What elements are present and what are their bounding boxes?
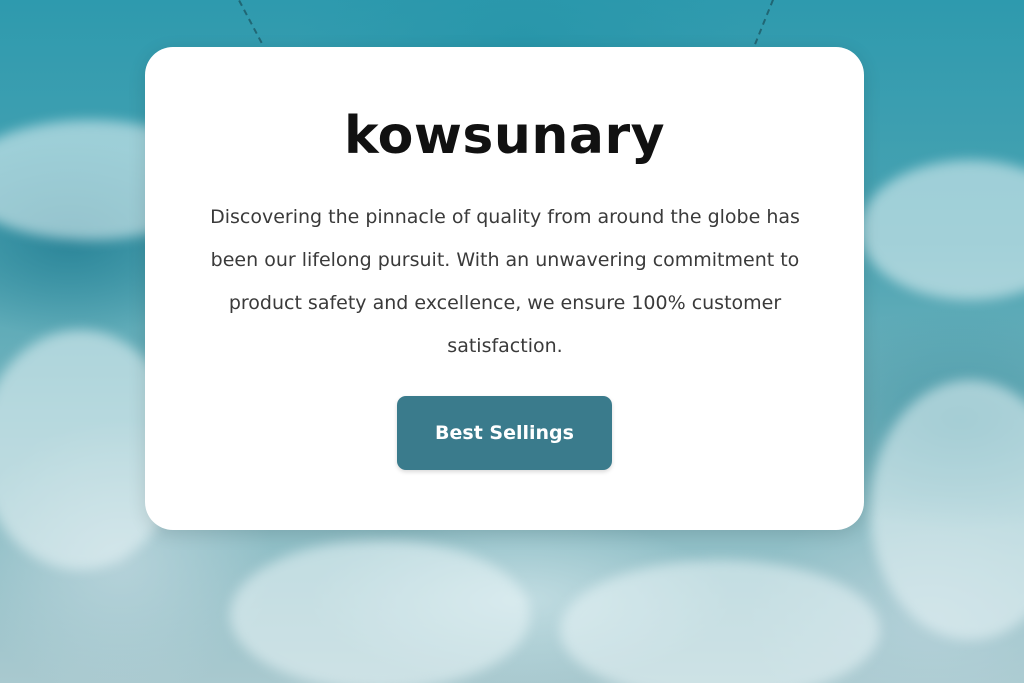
brand-title: kowsunary: [343, 106, 666, 166]
foam-patch: [560, 560, 880, 683]
brand-description: Discovering the pinnacle of quality from…: [210, 206, 800, 357]
best-sellings-button[interactable]: Best Sellings: [397, 396, 612, 470]
decorative-line: [754, 0, 776, 46]
foam-patch: [870, 380, 1024, 640]
foam-patch: [860, 160, 1024, 300]
decorative-line: [238, 0, 265, 44]
foam-patch: [230, 540, 530, 683]
hero-card: kowsunary Discovering the pinnacle of qu…: [145, 47, 864, 530]
